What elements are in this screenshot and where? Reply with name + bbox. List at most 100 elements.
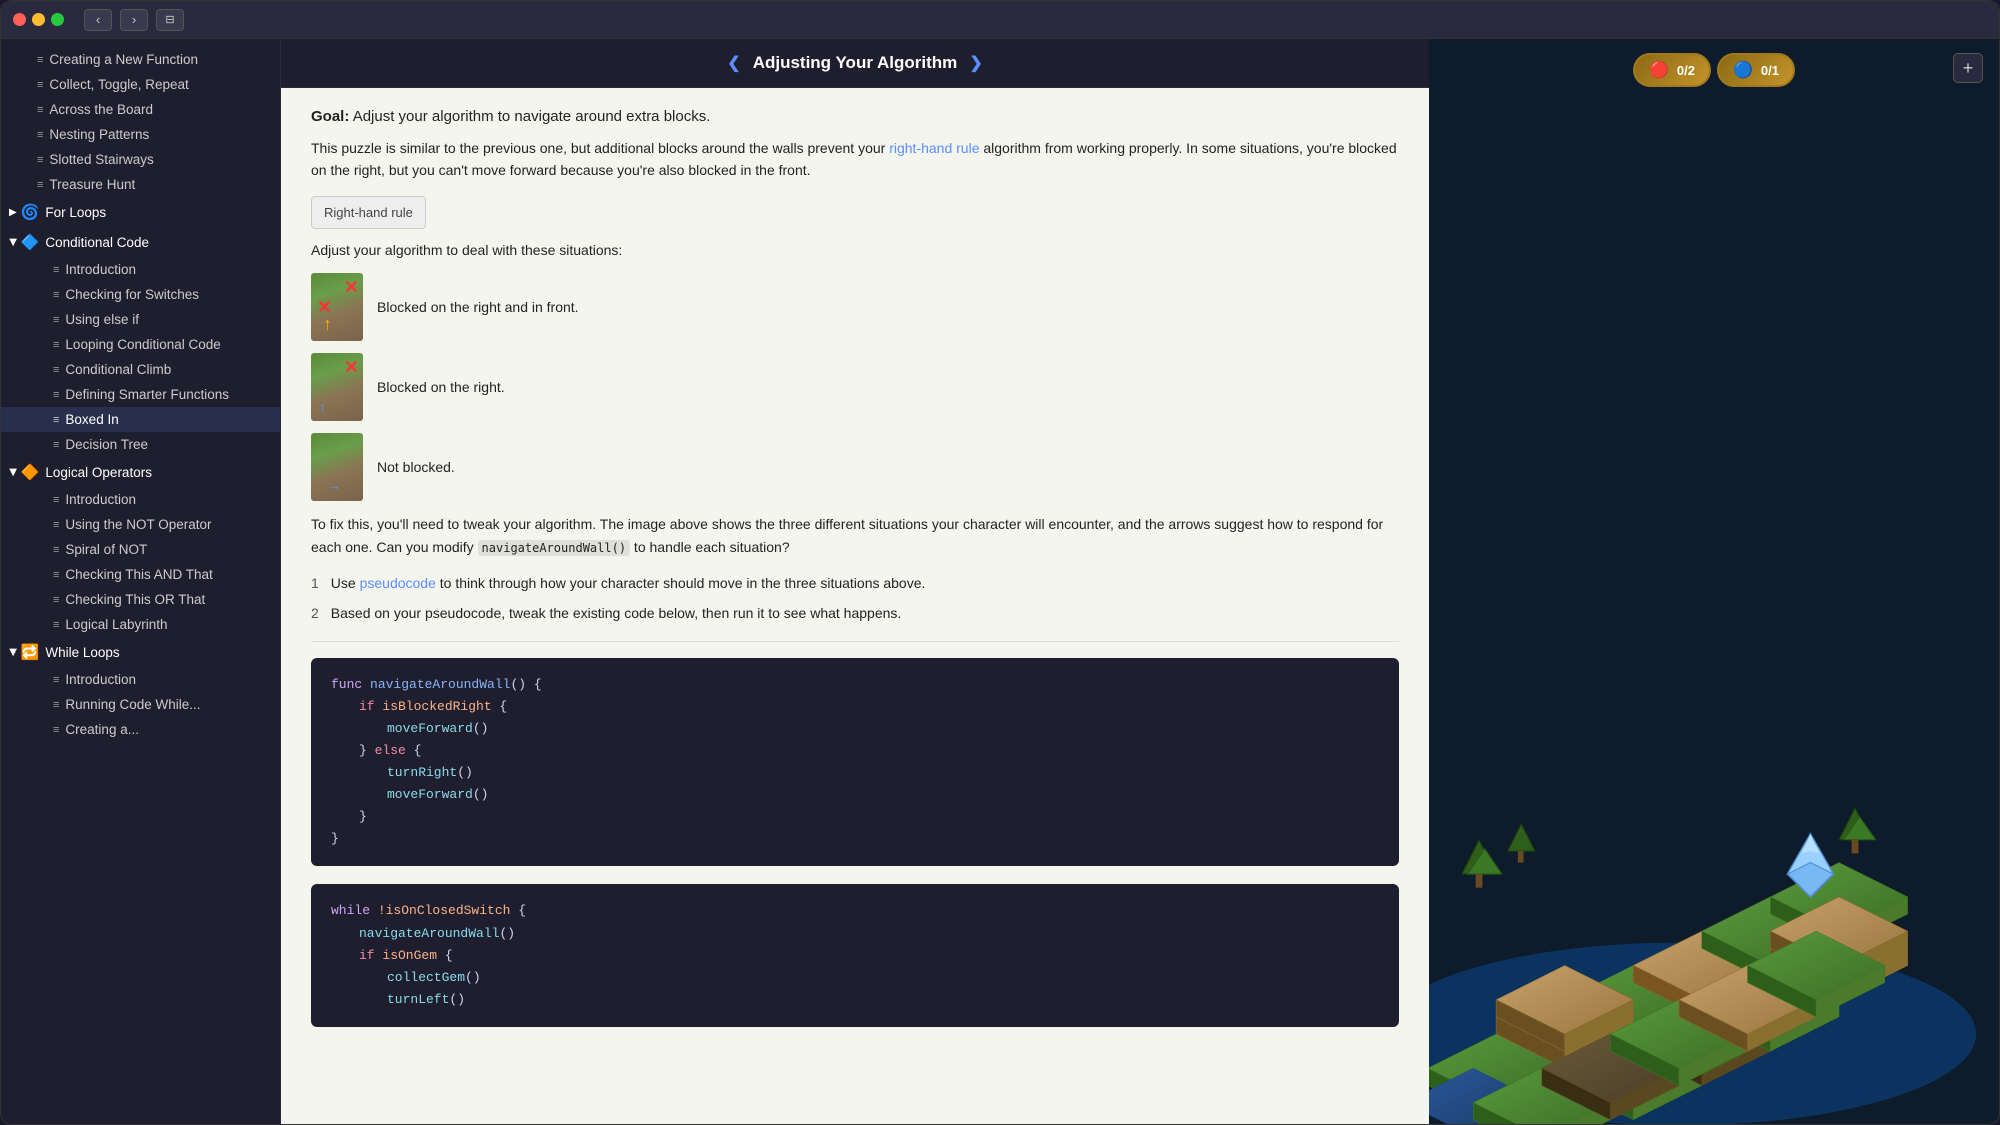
close-button[interactable]: [13, 13, 26, 26]
main-content: ❮ Adjusting Your Algorithm ❯ Goal: Adjus…: [281, 39, 1429, 1124]
list-icon: ≡: [53, 619, 59, 631]
code-line-w3: if isOnGem {: [359, 945, 1379, 967]
code-block-1[interactable]: func navigateAroundWall() { if isBlocked…: [311, 658, 1399, 867]
next-page-button[interactable]: ❯: [969, 53, 982, 73]
code-line-6: moveForward(): [387, 784, 1379, 806]
sidebar-item-defining-smarter[interactable]: ≡ Defining Smarter Functions: [1, 382, 280, 407]
minimize-button[interactable]: [32, 13, 45, 26]
sidebar-item-treasure-hunt[interactable]: ≡ Treasure Hunt: [1, 172, 280, 197]
zoom-in-button[interactable]: +: [1953, 53, 1983, 83]
section-icon-for-loops: 🌀: [21, 203, 40, 221]
list-icon: ≡: [37, 79, 43, 91]
app-body: ≡ Creating a New Function ≡ Collect, Tog…: [1, 39, 1999, 1124]
prev-page-button[interactable]: ❮: [727, 53, 740, 73]
sidebar-item-lo-intro[interactable]: ≡ Introduction: [1, 487, 280, 512]
page-title: Adjusting Your Algorithm: [753, 53, 958, 73]
code-line-5: turnRight(): [387, 762, 1379, 784]
scenario-image-3: →: [311, 433, 363, 501]
code-block-2[interactable]: while !isOnClosedSwitch { navigateAround…: [311, 884, 1399, 1026]
section-conditional-code[interactable]: ▶ 🔷 Conditional Code: [1, 227, 280, 257]
scenario-row-1: ✕ ✕ ↑ Blocked on the right and in front.: [311, 273, 1399, 341]
section-logical-operators[interactable]: ▶ 🔶 Logical Operators: [1, 457, 280, 487]
code-line-w1: while !isOnClosedSwitch {: [331, 900, 1379, 922]
character-arrow-3: →: [327, 477, 341, 493]
x-mark-right-2: ✕: [344, 357, 359, 378]
section-icon-while: 🔁: [21, 643, 40, 661]
content-area[interactable]: Goal: Adjust your algorithm to navigate …: [281, 88, 1429, 1124]
sidebar-item-cc-intro[interactable]: ≡ Introduction: [1, 257, 280, 282]
scenario-label-2: Blocked on the right.: [377, 379, 505, 395]
goal-line: Goal: Adjust your algorithm to navigate …: [311, 108, 1399, 125]
list-icon: ≡: [53, 519, 59, 531]
list-icon: ≡: [53, 289, 59, 301]
section-for-loops[interactable]: ▶ 🌀 For Loops: [1, 197, 280, 227]
code-line-8: }: [331, 828, 1379, 850]
description-paragraph: This puzzle is similar to the previous o…: [311, 137, 1399, 182]
list-icon: ≡: [53, 414, 59, 426]
switch-counter: 🔵 0/1: [1717, 53, 1795, 87]
sidebar-item-slotted-stairways[interactable]: ≡ Slotted Stairways: [1, 147, 280, 172]
sidebar-item-not-operator[interactable]: ≡ Using the NOT Operator: [1, 512, 280, 537]
list-icon: ≡: [37, 54, 43, 66]
sidebar-item-checking-switches[interactable]: ≡ Checking for Switches: [1, 282, 280, 307]
code-line-1: func navigateAroundWall() {: [331, 674, 1379, 696]
list-icon: ≡: [53, 314, 59, 326]
tooltip-box: Right-hand rule: [311, 196, 426, 229]
sidebar-item-checking-and[interactable]: ≡ Checking This AND That: [1, 562, 280, 587]
scenarios-container: ✕ ✕ ↑ Blocked on the right and in front.…: [311, 273, 1399, 501]
situations-intro: Adjust your algorithm to deal with these…: [311, 239, 1399, 261]
sidebar-item-nesting-patterns[interactable]: ≡ Nesting Patterns: [1, 122, 280, 147]
sidebar-item-spiral-not[interactable]: ≡ Spiral of NOT: [1, 537, 280, 562]
character-arrow: ↑: [323, 314, 332, 335]
list-icon: ≡: [53, 364, 59, 376]
sidebar-item-logical-labyrinth[interactable]: ≡ Logical Labyrinth: [1, 612, 280, 637]
section-while-loops[interactable]: ▶ 🔁 While Loops: [1, 637, 280, 667]
fix-paragraph: To fix this, you'll need to tweak your a…: [311, 513, 1399, 558]
sidebar-item-checking-or[interactable]: ≡ Checking This OR That: [1, 587, 280, 612]
code-line-7: }: [359, 806, 1379, 828]
list-icon: ≡: [53, 699, 59, 711]
sidebar-item-collect-toggle[interactable]: ≡ Collect, Toggle, Repeat: [1, 72, 280, 97]
sidebar: ≡ Creating a New Function ≡ Collect, Tog…: [1, 39, 281, 1124]
forward-button[interactable]: ›: [120, 9, 148, 31]
fullscreen-button[interactable]: [51, 13, 64, 26]
step-2: 2 Based on your pseudocode, tweak the ex…: [311, 602, 1399, 624]
sidebar-item-decision-tree[interactable]: ≡ Decision Tree: [1, 432, 280, 457]
switch-count: 0/1: [1761, 63, 1779, 78]
section-icon-conditional: 🔷: [21, 233, 40, 251]
sidebar-item-running-while[interactable]: ≡ Running Code While...: [1, 692, 280, 717]
sidebar-item-boxed-in[interactable]: ≡ Boxed In: [1, 407, 280, 432]
game-hud: 🔴 0/2 🔵 0/1: [1633, 53, 1795, 87]
game-world: [1429, 89, 1999, 1124]
sidebar-item-creating[interactable]: ≡ Creating a...: [1, 717, 280, 742]
scenario-row-2: ✕ ↑ Blocked on the right.: [311, 353, 1399, 421]
page-title-bar: ❮ Adjusting Your Algorithm ❯: [727, 53, 982, 73]
sidebar-item-wl-intro[interactable]: ≡ Introduction: [1, 667, 280, 692]
chevron-icon: ▶: [7, 468, 18, 476]
x-mark-right: ✕: [344, 277, 359, 298]
back-button[interactable]: ‹: [84, 9, 112, 31]
code-inline-navigate: navigateAroundWall(): [478, 540, 631, 556]
steps-list: 1 Use pseudocode to think through how yo…: [311, 572, 1399, 625]
list-icon: ≡: [53, 494, 59, 506]
code-line-w5: turnLeft(): [387, 989, 1379, 1011]
game-panel: 🔴 0/2 🔵 0/1 +: [1429, 39, 1999, 1124]
sidebar-toggle-button[interactable]: ⊟: [156, 9, 184, 31]
step-1: 1 Use pseudocode to think through how yo…: [311, 572, 1399, 594]
code-line-w2: navigateAroundWall(): [359, 923, 1379, 945]
pseudocode-link[interactable]: pseudocode: [360, 575, 436, 591]
sidebar-item-using-else-if[interactable]: ≡ Using else if: [1, 307, 280, 332]
step-num-1: 1: [311, 572, 319, 594]
list-icon: ≡: [53, 594, 59, 606]
right-hand-rule-link[interactable]: right-hand rule: [889, 140, 979, 156]
list-icon: ≡: [37, 179, 43, 191]
sidebar-item-across-board[interactable]: ≡ Across the Board: [1, 97, 280, 122]
game-scene-svg: [1429, 554, 1999, 1124]
scenario-label-1: Blocked on the right and in front.: [377, 299, 579, 315]
sidebar-item-conditional-climb[interactable]: ≡ Conditional Climb: [1, 357, 280, 382]
sidebar-item-looping-conditional[interactable]: ≡ Looping Conditional Code: [1, 332, 280, 357]
sidebar-item-creating-function[interactable]: ≡ Creating a New Function: [1, 47, 280, 72]
traffic-lights: [13, 13, 64, 26]
list-icon: ≡: [53, 569, 59, 581]
list-icon: ≡: [53, 674, 59, 686]
